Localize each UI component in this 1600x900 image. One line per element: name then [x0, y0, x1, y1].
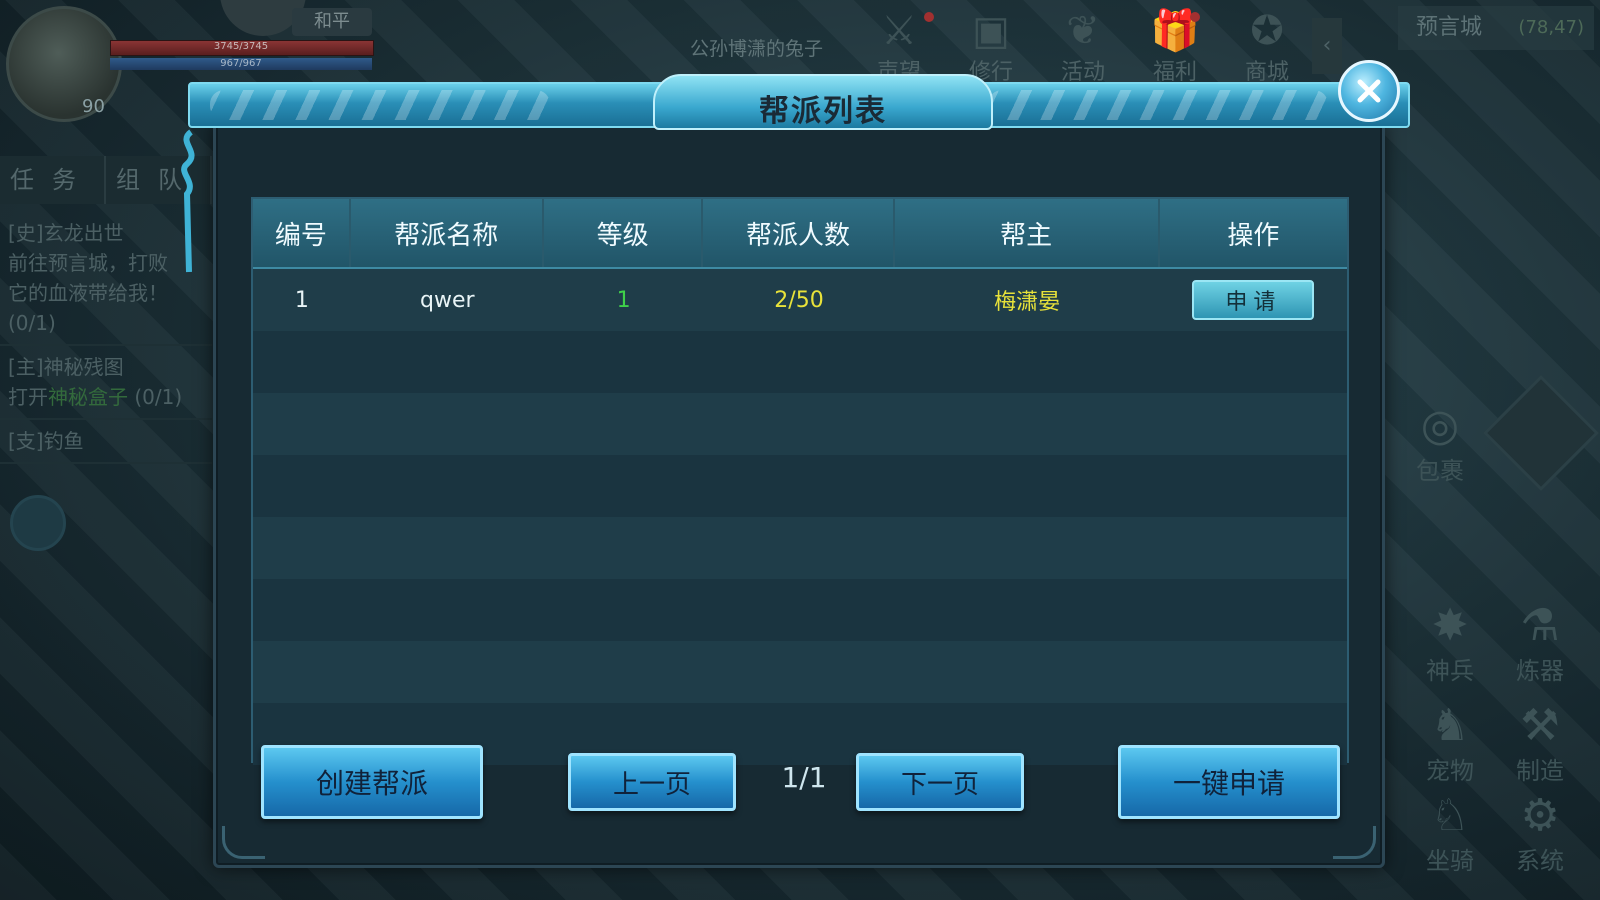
player-level: 90: [82, 96, 105, 117]
location-panel[interactable]: 预言城 (78,47): [1398, 6, 1594, 50]
table-row-empty: [253, 579, 1347, 641]
table-row-empty: [253, 331, 1347, 393]
col-header-action: 操作: [1227, 220, 1280, 251]
task-item[interactable]: [支]钓鱼: [0, 420, 212, 464]
task-title: [支]钓鱼: [8, 429, 84, 453]
table-row-empty: [253, 517, 1347, 579]
table-row-empty: [253, 455, 1347, 517]
guild-leader: 梅潇晏: [994, 290, 1061, 315]
hp-text: 3745/3745: [213, 41, 269, 52]
task-desc: 它的血液带给我！ (0/1): [8, 281, 168, 335]
table-header: 编号 帮派名称 等级 帮派人数 帮主 操作: [253, 199, 1347, 269]
location-name: 预言城: [1416, 15, 1483, 40]
col-header-id: 编号: [253, 199, 351, 267]
table-row-empty: [253, 641, 1347, 703]
bag-button[interactable]: ◎ 包裹: [1400, 400, 1480, 486]
horse-icon: ♘: [1430, 790, 1470, 841]
top-menu-welfare[interactable]: 🎁 福利: [1134, 0, 1216, 86]
weapon-icon: ✸: [1431, 600, 1469, 651]
craft-button[interactable]: ⚒ 制造: [1500, 700, 1580, 786]
top-menu-shop[interactable]: ✪ 商城: [1226, 0, 1308, 86]
peace-mode-button[interactable]: 和平: [292, 8, 372, 36]
notification-dot: [1190, 12, 1200, 22]
guild-level: 1: [616, 287, 631, 313]
guild-table: 编号 帮派名称 等级 帮派人数 帮主 操作 1 qwer 1 2/50 梅潇晏 …: [251, 197, 1349, 765]
forge-icon: ⚗: [1520, 600, 1560, 651]
scroll-icon: ▣: [972, 8, 1010, 54]
guild-list-dialog: 编号 帮派名称 等级 帮派人数 帮主 操作 1 qwer 1 2/50 梅潇晏 …: [181, 60, 1410, 868]
table-row[interactable]: 1 qwer 1 2/50 梅潇晏 申请: [253, 269, 1347, 331]
apply-button[interactable]: 申请: [1192, 280, 1315, 320]
bag-icon: ◎: [1420, 400, 1460, 451]
weapon-button[interactable]: ✸ 神兵: [1410, 600, 1490, 686]
tab-tasks[interactable]: 任务: [0, 156, 106, 204]
action-cell: 申请: [1160, 269, 1347, 331]
dragon-hook-icon: [181, 129, 195, 273]
player-name-label: 公孙博潇的兔子: [690, 38, 824, 60]
col-header-leader: 帮主: [895, 199, 1160, 267]
page-indicator: 1/1: [781, 761, 827, 794]
table-body: 1 qwer 1 2/50 梅潇晏 申请: [253, 269, 1347, 765]
forge-button[interactable]: ⚗ 炼器: [1500, 600, 1580, 686]
table-row-empty: [253, 393, 1347, 455]
system-button[interactable]: ⚙ 系统: [1500, 790, 1580, 876]
col-header-members: 帮派人数: [703, 199, 895, 267]
guild-name: qwer: [420, 287, 475, 313]
wing-icon: ❦: [1066, 8, 1100, 54]
prev-page-button[interactable]: 上一页: [568, 753, 736, 811]
task-title: [主]神秘残图: [8, 355, 124, 379]
top-menu-activity[interactable]: ❦ 活动: [1042, 0, 1124, 86]
task-desc: 打开神秘盒子 (0/1): [8, 385, 183, 409]
close-icon: [1357, 79, 1381, 103]
pet-icon: ♞: [1430, 700, 1470, 751]
create-guild-button[interactable]: 创建帮派: [261, 745, 483, 819]
task-item[interactable]: [主]神秘残图 打开神秘盒子 (0/1): [0, 346, 212, 420]
next-page-button[interactable]: 下一页: [856, 753, 1024, 811]
dialog-title: 帮派列表: [759, 94, 887, 129]
col-header-level: 等级: [544, 199, 704, 267]
joystick[interactable]: [10, 495, 66, 551]
one-click-apply-button[interactable]: 一键申请: [1118, 745, 1340, 819]
notification-dot: [924, 12, 934, 22]
title-plate: 帮派列表: [653, 74, 993, 130]
close-button[interactable]: [1338, 60, 1400, 122]
frame-corner-ornament: [222, 826, 265, 859]
mount-button[interactable]: ♘ 坐骑: [1410, 790, 1490, 876]
pet-button[interactable]: ♞ 宠物: [1410, 700, 1490, 786]
collapse-arrow-icon[interactable]: ‹: [1312, 18, 1342, 74]
mp-text: 967/967: [220, 58, 262, 69]
shop-icon: ✪: [1250, 8, 1284, 54]
sword-icon: ⚔: [881, 8, 917, 54]
anvil-icon: ⚒: [1520, 700, 1560, 751]
guild-members: 2/50: [774, 287, 824, 313]
guild-id: 1: [294, 287, 309, 313]
gear-icon: ⚙: [1520, 790, 1560, 841]
dialog-frame: 编号 帮派名称 等级 帮派人数 帮主 操作 1 qwer 1 2/50 梅潇晏 …: [213, 122, 1385, 868]
col-header-name: 帮派名称: [351, 199, 544, 267]
location-coords: (78,47): [1518, 17, 1584, 38]
frame-corner-ornament: [1333, 826, 1376, 859]
